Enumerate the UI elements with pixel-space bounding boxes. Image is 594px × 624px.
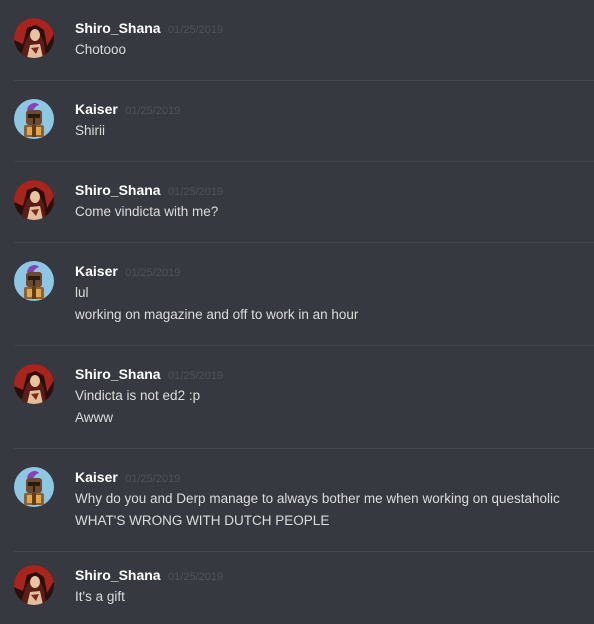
- avatar[interactable]: [14, 467, 54, 507]
- timestamp: 01/25/2019: [168, 186, 224, 198]
- message-text: It's a gift: [75, 589, 125, 604]
- message-header: Kaiser 01/25/2019: [75, 99, 180, 121]
- message-header: Shiro_Shana 01/25/2019: [75, 364, 223, 386]
- avatar[interactable]: [14, 180, 54, 220]
- username[interactable]: Kaiser: [75, 101, 118, 117]
- message-header: Kaiser 01/25/2019: [75, 261, 180, 283]
- message-text: Shirii: [75, 123, 106, 138]
- shana-avatar-icon: [14, 565, 54, 605]
- knight-avatar-icon: [14, 261, 54, 301]
- message-content: It's a gift: [75, 586, 125, 608]
- message-divider: [14, 551, 594, 552]
- shana-avatar-icon: [14, 180, 54, 220]
- avatar[interactable]: [14, 565, 54, 605]
- message-header: Shiro_Shana 01/25/2019: [75, 565, 223, 587]
- message-content: lul working on magazine and off to work …: [75, 282, 358, 326]
- username[interactable]: Shiro_Shana: [75, 567, 161, 583]
- message-text: Come vindicta with me?: [75, 204, 219, 219]
- message-divider: [14, 448, 594, 449]
- timestamp: 01/25/2019: [125, 105, 181, 117]
- message-text: lul: [75, 285, 89, 300]
- timestamp: 01/25/2019: [168, 24, 224, 36]
- message-content: Why do you and Derp manage to always bot…: [75, 488, 560, 532]
- message-header: Shiro_Shana 01/25/2019: [75, 18, 223, 40]
- message-divider: [14, 161, 594, 162]
- avatar[interactable]: [14, 261, 54, 301]
- message-content: Come vindicta with me?: [75, 201, 218, 223]
- avatar[interactable]: [14, 18, 54, 58]
- message-text: WHAT'S WRONG WITH DUTCH PEOPLE: [75, 513, 330, 528]
- shana-avatar-icon: [14, 364, 54, 404]
- message-header: Shiro_Shana 01/25/2019: [75, 180, 223, 202]
- message-text: Vindicta is not ed2 :p: [75, 388, 201, 403]
- timestamp: 01/25/2019: [168, 370, 224, 382]
- timestamp: 01/25/2019: [125, 473, 181, 485]
- message-text: Awww: [75, 410, 114, 425]
- message-text: working on magazine and off to work in a…: [75, 307, 359, 322]
- message-content: Shirii: [75, 120, 105, 142]
- username[interactable]: Kaiser: [75, 263, 118, 279]
- message-content: Chotooo: [75, 39, 126, 61]
- chat-messages: Shiro_Shana 01/25/2019 Chotooo Kaiser 01…: [0, 0, 594, 624]
- message-divider: [14, 242, 594, 243]
- knight-avatar-icon: [14, 467, 54, 507]
- knight-avatar-icon: [14, 99, 54, 139]
- message-content: Vindicta is not ed2 :p Awww: [75, 385, 200, 429]
- message-header: Kaiser 01/25/2019: [75, 467, 180, 489]
- message-divider: [14, 345, 594, 346]
- message-text: Why do you and Derp manage to always bot…: [75, 491, 560, 506]
- avatar[interactable]: [14, 99, 54, 139]
- avatar[interactable]: [14, 364, 54, 404]
- timestamp: 01/25/2019: [125, 267, 181, 279]
- timestamp: 01/25/2019: [168, 571, 224, 583]
- username[interactable]: Shiro_Shana: [75, 182, 161, 198]
- username[interactable]: Shiro_Shana: [75, 20, 161, 36]
- username[interactable]: Kaiser: [75, 469, 118, 485]
- message-text: Chotooo: [75, 42, 127, 57]
- username[interactable]: Shiro_Shana: [75, 366, 161, 382]
- message-divider: [14, 80, 594, 81]
- shana-avatar-icon: [14, 18, 54, 58]
